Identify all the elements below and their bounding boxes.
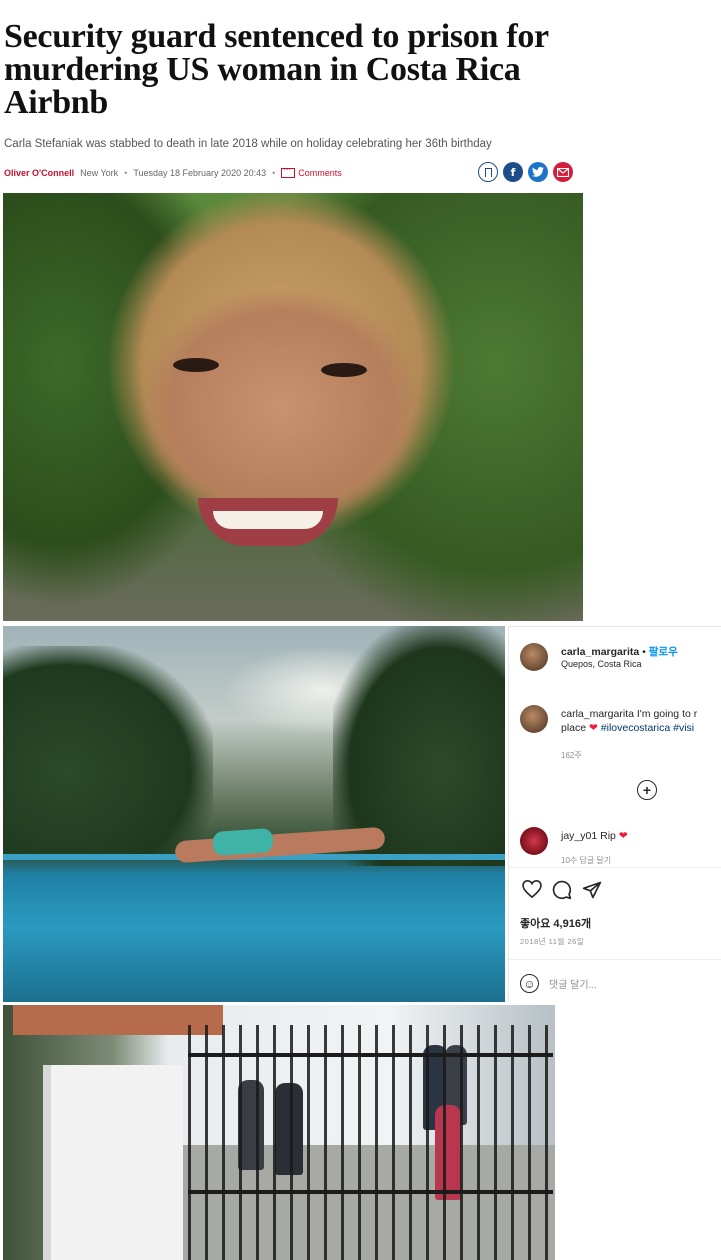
- comments-label: Comments: [298, 168, 342, 178]
- portrait-photo: [3, 193, 583, 621]
- separator-dot: •: [272, 168, 276, 178]
- photo-detail: [43, 1065, 183, 1260]
- username-link[interactable]: carla_margarita: [561, 646, 639, 658]
- heart-emoji: ❤: [589, 722, 598, 734]
- avatar[interactable]: [520, 705, 548, 733]
- photo-detail: [213, 511, 323, 529]
- hashtag-links[interactable]: #ilovecostarica #visi: [601, 722, 694, 734]
- comment-bubble-icon: [281, 165, 296, 178]
- comments-link[interactable]: Comments: [281, 165, 342, 178]
- caption-text-line2: place: [561, 722, 587, 734]
- byline: Oliver O'Connell New York • Tuesday 18 F…: [4, 165, 342, 180]
- email-icon[interactable]: [553, 162, 573, 182]
- add-comment-bar[interactable]: ☺ 댓글 달기...: [520, 974, 597, 993]
- post-actions: [522, 880, 602, 900]
- instagram-panel: carla_margarita • 팔로우 Quepos, Costa Rica…: [508, 626, 721, 1002]
- location-link[interactable]: Quepos, Costa Rica: [561, 659, 642, 669]
- post-header: carla_margarita • 팔로우: [561, 644, 678, 659]
- photo-detail: [188, 1025, 553, 1260]
- post-caption: carla_margarita I'm going to r place ❤ #…: [561, 707, 697, 735]
- twitter-icon[interactable]: [528, 162, 548, 182]
- comment-username[interactable]: jay_y01: [561, 830, 597, 842]
- date-text: Tuesday 18 February 2020 20:43: [133, 168, 267, 178]
- divider: [509, 867, 721, 868]
- divider: [509, 959, 721, 960]
- follow-button[interactable]: 팔로우: [649, 646, 678, 658]
- heart-icon[interactable]: [522, 880, 542, 898]
- comment-text: Rip: [600, 830, 616, 842]
- comment-icon[interactable]: [552, 880, 572, 900]
- photo-detail: [212, 827, 274, 857]
- comment: jay_y01 Rip ❤: [561, 830, 628, 842]
- load-more-comments-icon[interactable]: +: [637, 780, 657, 800]
- likes-count[interactable]: 좋아요 4,916개: [520, 915, 591, 931]
- pool-photo: [3, 626, 505, 1002]
- author-link[interactable]: Oliver O'Connell: [4, 168, 74, 178]
- caption-age: 162주: [561, 751, 582, 760]
- caption-text: I'm going to r: [636, 708, 698, 720]
- comment-meta[interactable]: 10수 답글 달기: [561, 855, 611, 866]
- article-headline: Security guard sentenced to prison for m…: [4, 18, 549, 121]
- photo-detail: [173, 358, 219, 372]
- bookmark-icon[interactable]: [478, 162, 498, 182]
- article-subheadline: Carla Stefaniak was stabbed to death in …: [4, 138, 492, 150]
- separator-dot: •: [642, 646, 646, 658]
- add-comment-input[interactable]: 댓글 달기...: [549, 976, 597, 991]
- emoji-icon[interactable]: ☺: [520, 974, 539, 993]
- photo-detail: [3, 646, 213, 856]
- heart-emoji: ❤: [618, 830, 628, 842]
- location-text: New York: [80, 168, 119, 178]
- post-date: 2018년 11월 26일: [520, 937, 585, 946]
- caption-username[interactable]: carla_margarita: [561, 708, 634, 720]
- gate-photo: [3, 1005, 555, 1260]
- separator-dot: •: [124, 168, 128, 178]
- photo-detail: [321, 363, 367, 377]
- share-icon[interactable]: [582, 880, 602, 900]
- share-bar: f: [478, 162, 573, 182]
- avatar[interactable]: [520, 827, 548, 855]
- facebook-icon[interactable]: f: [503, 162, 523, 182]
- avatar[interactable]: [520, 643, 548, 671]
